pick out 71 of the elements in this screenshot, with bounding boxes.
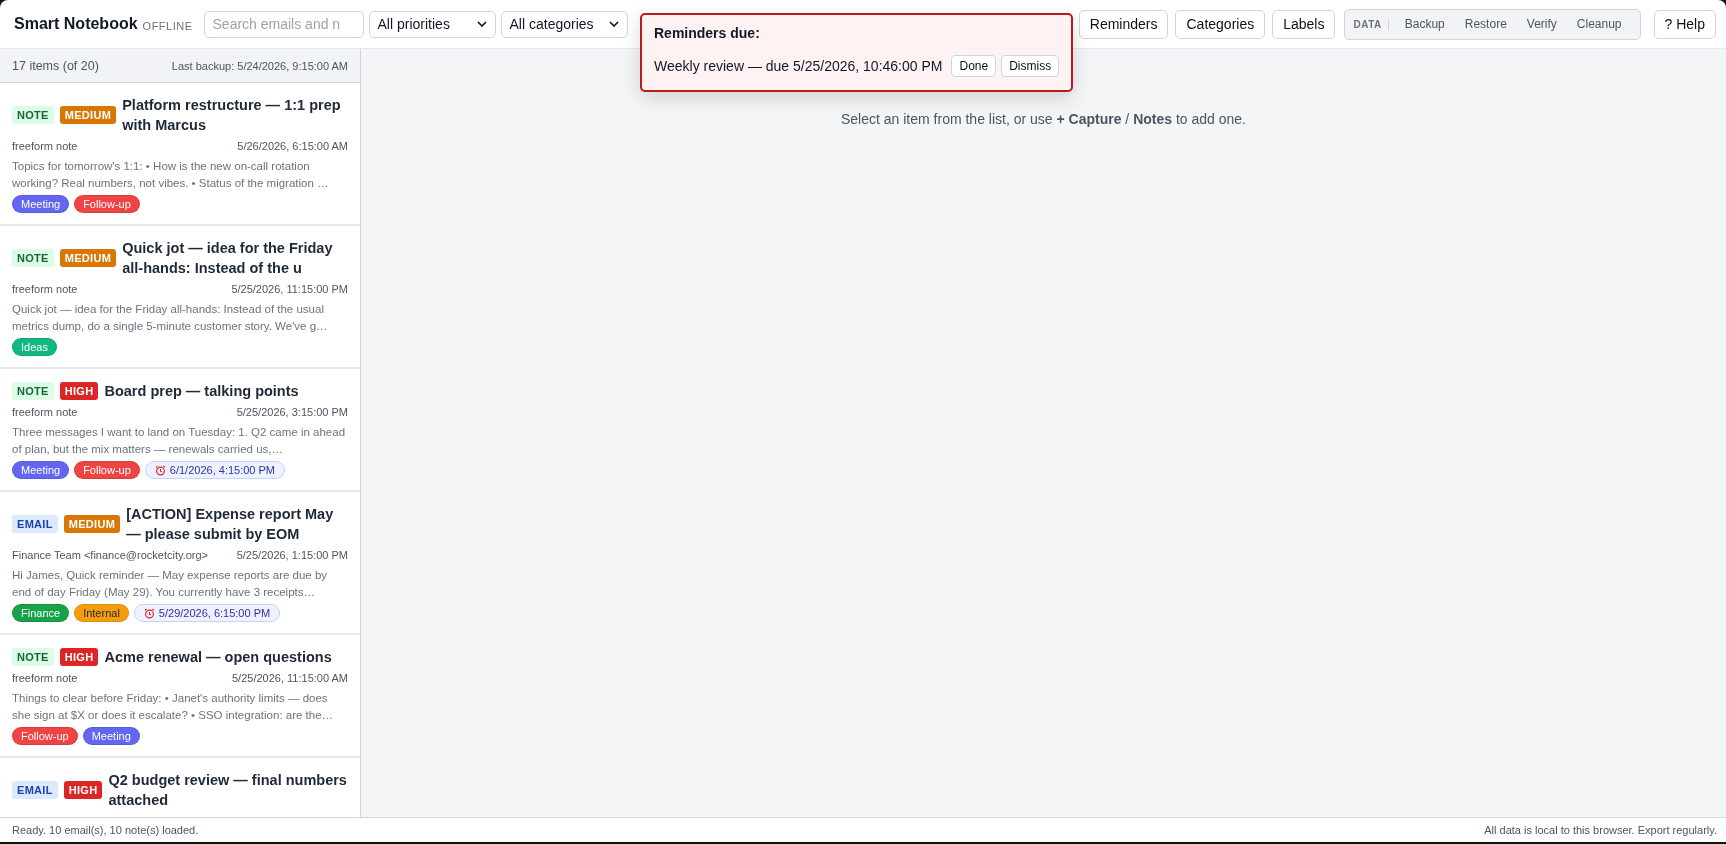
tag-chip: Meeting <box>12 195 70 213</box>
type-badge: NOTE <box>12 648 54 666</box>
tag-chip: Follow-up <box>12 727 78 745</box>
priority-badge: HIGH <box>59 382 99 400</box>
item-date: 5/26/2026, 6:15:00 AM <box>237 140 348 152</box>
item-snippet: Topics for tomorrow's 1:1: • How is the new on-call rotation working? Real numbers, not vibes. • Status of the migration … <box>12 159 330 191</box>
item-date: 5/25/2026, 3:15:00 PM <box>236 406 348 418</box>
item-sender: freeform note <box>12 406 78 418</box>
item-snippet: Things to clear before Friday: • Janet's authority limits — does she sign at $X or does it escalate? • SSO integration: are the… <box>12 691 335 723</box>
alarm-clock-icon <box>143 607 155 619</box>
item-sender: freeform note <box>12 672 78 684</box>
reminder-action-button[interactable]: Done <box>951 55 997 77</box>
priority-badge: HIGH <box>63 781 103 799</box>
toolbar-button[interactable]: Reminders <box>1078 9 1169 39</box>
offline-label: OFFLINE <box>142 19 193 32</box>
type-badge: EMAIL <box>12 515 58 533</box>
item-title: Q2 budget review — final numbers attached <box>108 771 348 810</box>
item-title: Board prep — talking points <box>104 382 299 401</box>
priority-badge: MEDIUM <box>59 249 117 267</box>
tag-chip: Ideas <box>12 338 57 356</box>
priority-badge: MEDIUM <box>63 515 121 533</box>
chevron-down-icon <box>476 21 487 27</box>
tag-chip: Meeting <box>82 727 140 745</box>
item-snippet: Hi James, Quick reminder — May expense reports are due by end of day Friday (May 29). You currently have 3 receipts… <box>12 568 329 600</box>
item-title: [ACTION] Expense report May — please submit by EOM <box>126 505 335 544</box>
toolbar-button[interactable]: Categories <box>1175 9 1266 39</box>
alarm-clock-icon <box>154 464 166 476</box>
status-text: Ready. 10 email(s), 10 note(s) loaded. <box>12 824 199 836</box>
data-button[interactable]: Cleanup <box>1566 13 1632 35</box>
item-title: Quick jot — idea for the Friday all-hands: Instead of the u <box>122 239 334 278</box>
item-title: Acme renewal — open questions <box>104 648 332 667</box>
item-sender: freeform note <box>12 140 78 152</box>
item-date: 5/25/2026, 11:15:00 AM <box>232 672 348 684</box>
reminder-text: Weekly review — due 5/25/2026, 10:46:00 PM <box>654 58 943 74</box>
item-count: 17 items (of 20) <box>12 58 99 73</box>
item-snippet: Quick jot — idea for the Friday all-hands: Instead of the usual metrics dump, do a single 5-minute customer story. We've g… <box>12 302 329 334</box>
priority-badge: HIGH <box>59 648 99 666</box>
data-button[interactable]: Restore <box>1454 13 1517 35</box>
item-title: Platform restructure — 1:1 prep with Marcus <box>122 96 342 135</box>
item-sender: Finance Team <finance@rocketcity.org> <box>12 549 209 561</box>
data-button[interactable]: Backup <box>1394 13 1455 35</box>
toolbar-button[interactable]: Labels <box>1272 9 1336 39</box>
data-button[interactable]: Verify <box>1516 13 1567 35</box>
filter-dropdown[interactable]: All categories <box>500 10 628 38</box>
status-note: All data is local to this browser. Export regularly. <box>1484 824 1717 836</box>
empty-state-message: Select an item from the list, or use + Capture / Notes to add one. <box>840 111 1247 127</box>
priority-badge: MEDIUM <box>59 106 117 124</box>
tag-chip: Internal <box>74 604 129 622</box>
tag-chip: Finance <box>12 604 70 622</box>
item-date: 5/25/2026, 1:15:00 PM <box>236 549 348 561</box>
reminder-action-button[interactable]: Dismiss <box>1001 55 1060 77</box>
tag-chip: Meeting <box>12 461 70 479</box>
tag-chip: Follow-up <box>74 195 140 213</box>
type-badge: NOTE <box>12 382 54 400</box>
popup-title: Reminders due: <box>654 25 761 41</box>
type-badge: NOTE <box>12 249 54 267</box>
reminder-chip: 5/29/2026, 6:15:00 PM <box>133 604 281 622</box>
type-badge: EMAIL <box>12 781 58 799</box>
item-snippet: Three messages I want to land on Tuesday: 1. Q2 came in ahead of plan, but the mix matters — renewals carried us,… <box>12 425 347 457</box>
search-field[interactable]: Search emails and n <box>203 10 364 38</box>
filter-dropdown[interactable]: All priorities <box>368 10 496 38</box>
help-button[interactable]: ? Help <box>1653 9 1716 39</box>
reminder-chip: 6/1/2026, 4:15:00 PM <box>144 461 285 479</box>
last-backup: Last backup: 5/24/2026, 9:15:00 AM <box>171 59 348 72</box>
chevron-down-icon <box>608 21 619 27</box>
item-date: 5/25/2026, 11:15:00 PM <box>231 283 348 295</box>
data-label: DATA <box>1353 18 1389 30</box>
tag-chip: Follow-up <box>74 461 140 479</box>
type-badge: NOTE <box>12 106 54 124</box>
app-title: Smart Notebook <box>14 15 138 33</box>
item-sender: freeform note <box>12 283 78 295</box>
